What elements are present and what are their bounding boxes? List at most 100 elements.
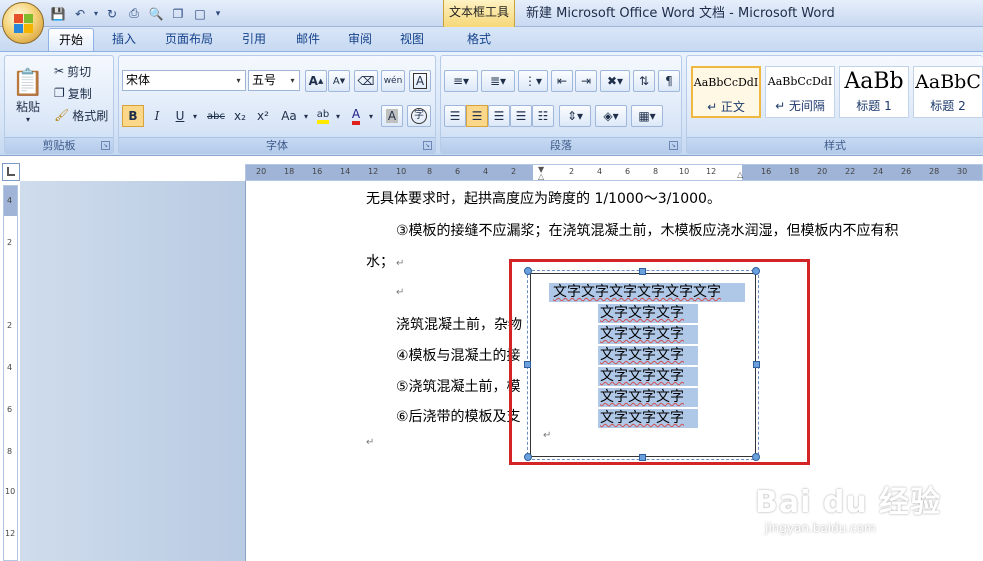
resize-handle-top[interactable] xyxy=(639,268,646,275)
bold-button[interactable]: B xyxy=(122,105,144,127)
ruler-tick: 10 xyxy=(396,167,407,176)
ruler-tick: 8 xyxy=(653,167,659,176)
resize-handle-top-left[interactable] xyxy=(524,267,532,275)
copy-button[interactable]: ❐ 复制 xyxy=(53,82,111,104)
font-group: 宋体 ▾ 五号 ▾ A ▲ A ▼ ⌫ wén A B I U ▾ abc x₂ x… xyxy=(118,55,436,154)
align-center-icon[interactable]: ☰ xyxy=(466,105,488,127)
highlight-dropdown-icon[interactable]: ▾ xyxy=(333,105,343,127)
bullets-icon[interactable]: ≡▾ xyxy=(444,70,478,92)
tab-insert[interactable]: 插入 xyxy=(104,28,144,51)
resize-handle-bottom-right[interactable] xyxy=(752,453,760,461)
change-case-button[interactable]: Aa xyxy=(277,105,301,127)
dialog-launcher-icon[interactable]: ↘ xyxy=(423,141,432,150)
italic-button[interactable]: I xyxy=(147,105,167,127)
resize-handle-bottom-left[interactable] xyxy=(524,453,532,461)
underline-dropdown-icon[interactable]: ▾ xyxy=(190,105,200,127)
format-painter-button[interactable]: 🖌 格式刷 xyxy=(53,104,113,126)
tab-selector[interactable] xyxy=(2,163,20,181)
enclose-characters-icon[interactable]: 字 xyxy=(407,105,431,127)
cut-button[interactable]: ✂ 剪切 xyxy=(53,60,111,82)
decrease-indent-icon[interactable]: ⇤ xyxy=(551,70,573,92)
copy-icon: ❐ xyxy=(54,86,65,100)
undo-dropdown-icon[interactable]: ▾ xyxy=(92,4,100,23)
tab-references[interactable]: 引用 xyxy=(234,28,274,51)
doc-line: ④模板与混凝土的接 xyxy=(396,348,521,364)
resize-handle-left[interactable] xyxy=(524,361,531,368)
font-color-dropdown-icon[interactable]: ▾ xyxy=(366,105,376,127)
tab-page-layout[interactable]: 页面布局 xyxy=(158,28,220,51)
superscript-button[interactable]: x² xyxy=(253,105,273,127)
font-name-combo[interactable]: 宋体 ▾ xyxy=(122,70,246,91)
align-right-icon[interactable]: ☰ xyxy=(488,105,510,127)
ruler-tick: 20 xyxy=(256,167,267,176)
tab-mailings[interactable]: 邮件 xyxy=(288,28,328,51)
shading-icon[interactable]: ◈▾ xyxy=(595,105,627,127)
paste-button[interactable]: 📋 粘贴 ▾ xyxy=(8,60,48,132)
font-color-button[interactable]: A xyxy=(346,105,366,127)
sort-icon[interactable]: ⇅ xyxy=(633,70,655,92)
hanging-indent-marker[interactable]: △ xyxy=(538,172,544,181)
copy-doc-icon[interactable]: ❐ xyxy=(168,4,188,23)
right-indent-marker[interactable]: △ xyxy=(737,170,743,179)
style-normal[interactable]: AaBbCcDdI ↵ 正文 xyxy=(691,66,761,118)
justify-icon[interactable]: ☰ xyxy=(510,105,532,127)
style-heading-1[interactable]: AaBb 标题 1 xyxy=(839,66,909,118)
doc-line: ↵ xyxy=(394,283,404,299)
resize-handle-right[interactable] xyxy=(753,361,760,368)
chinese-layout-icon[interactable]: ✖▾ xyxy=(600,70,630,92)
clipboard-group: 📋 粘贴 ▾ ✂ 剪切 ❐ 复制 🖌 格式刷 剪贴板 ↘ xyxy=(4,55,114,154)
clear-formatting-icon[interactable]: ⌫ xyxy=(354,70,378,92)
ruler-tick: 12 xyxy=(5,529,16,538)
print-icon[interactable]: ⎙ xyxy=(124,4,144,23)
shrink-font-button[interactable]: A ▼ xyxy=(328,70,350,92)
office-button[interactable] xyxy=(2,2,44,44)
textbox-line: 文字文字文字 xyxy=(598,388,698,407)
text-box[interactable]: 文字文字文字文字文字文字 文字文字文字 文字文字文字 文字文字文字 文字文字文字… xyxy=(527,270,759,460)
ruler-tick: 14 xyxy=(340,167,351,176)
distributed-icon[interactable]: ☷ xyxy=(532,105,554,127)
numbering-icon[interactable]: ≣▾ xyxy=(481,70,515,92)
grow-font-button[interactable]: A ▲ xyxy=(305,70,327,92)
subscript-button[interactable]: x₂ xyxy=(230,105,250,127)
ruler-tick: 16 xyxy=(761,167,772,176)
resize-handle-top-right[interactable] xyxy=(752,267,760,275)
ruler-tick: 12 xyxy=(368,167,379,176)
new-doc-icon[interactable]: □ xyxy=(190,4,210,23)
highlight-color-button[interactable]: ab xyxy=(313,105,333,127)
character-shading-button[interactable]: A xyxy=(381,105,403,127)
font-size-dropdown-icon: ▾ xyxy=(290,76,295,85)
print-preview-icon[interactable]: 🔍 xyxy=(146,4,166,23)
style-no-spacing[interactable]: AaBbCcDdI ↵ 无间隔 xyxy=(765,66,835,118)
horizontal-ruler[interactable]: 20 18 16 14 12 10 8 6 4 2 ▼ △ 2 4 6 8 10… xyxy=(245,164,983,181)
show-marks-icon[interactable]: ¶ xyxy=(658,70,680,92)
save-icon[interactable]: 💾 xyxy=(48,4,68,23)
increase-indent-icon[interactable]: ⇥ xyxy=(575,70,597,92)
phonetic-guide-button[interactable]: wén xyxy=(381,70,405,92)
resize-handle-bottom[interactable] xyxy=(639,454,646,461)
styles-group: AaBbCcDdI ↵ 正文 AaBbCcDdI ↵ 无间隔 AaBb 标题 1… xyxy=(686,55,983,154)
ruler-tick: 2 xyxy=(7,321,13,330)
tab-format[interactable]: 格式 xyxy=(450,28,508,51)
redo-icon[interactable]: ↻ xyxy=(102,4,122,23)
tab-review[interactable]: 审阅 xyxy=(340,28,380,51)
underline-button[interactable]: U xyxy=(170,105,190,127)
align-left-icon[interactable]: ☰ xyxy=(444,105,466,127)
vertical-ruler[interactable]: 4 2 2 4 6 8 10 12 xyxy=(3,185,18,561)
line-spacing-icon[interactable]: ⇕▾ xyxy=(559,105,591,127)
borders-icon[interactable]: ▦▾ xyxy=(631,105,663,127)
change-case-dropdown-icon[interactable]: ▾ xyxy=(301,105,311,127)
dialog-launcher-icon[interactable]: ↘ xyxy=(669,141,678,150)
strikethrough-button[interactable]: abc xyxy=(204,105,228,127)
ruler-tick: 18 xyxy=(284,167,295,176)
customize-qat-icon[interactable]: ▾ xyxy=(212,4,224,23)
font-size-combo[interactable]: 五号 ▾ xyxy=(248,70,300,91)
dialog-launcher-icon[interactable]: ↘ xyxy=(101,141,110,150)
undo-icon[interactable]: ↶ xyxy=(70,4,90,23)
multilevel-list-icon[interactable]: ⋮▾ xyxy=(518,70,548,92)
style-heading-2[interactable]: AaBbC 标题 2 xyxy=(913,66,983,118)
character-border-icon: A xyxy=(412,73,428,89)
tab-view[interactable]: 视图 xyxy=(392,28,432,51)
character-border-button[interactable]: A xyxy=(409,70,431,92)
ruler-tick: 18 xyxy=(789,167,800,176)
tab-home[interactable]: 开始 xyxy=(48,28,94,51)
